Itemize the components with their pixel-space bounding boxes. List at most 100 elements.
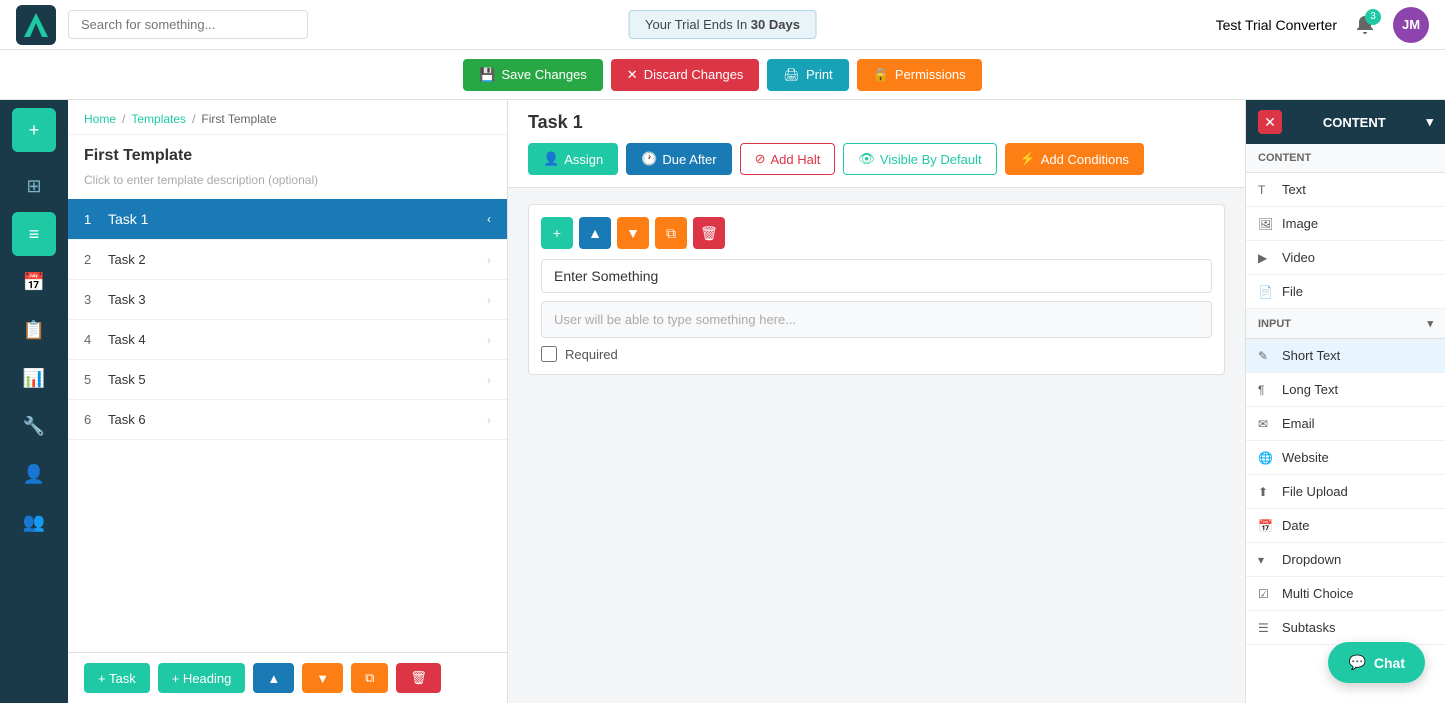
required-checkbox[interactable]	[541, 346, 557, 362]
add-task-button[interactable]: + Task	[84, 663, 150, 693]
assign-icon: 👤	[543, 151, 559, 167]
nav-item-reports[interactable]: 📊	[12, 356, 56, 400]
panel-item-date[interactable]: 📅 Date	[1246, 509, 1445, 543]
chevron-right-icon: ›	[487, 253, 491, 267]
copy-button[interactable]: ⧉	[351, 663, 388, 693]
top-right: Test Trial Converter 3 JM	[1216, 7, 1429, 43]
discard-icon: ✕	[627, 67, 638, 83]
chevron-left-icon: ‹	[487, 212, 491, 226]
chevron-right-icon: ›	[487, 293, 491, 307]
permissions-button[interactable]: 🔒 Permissions	[857, 59, 982, 91]
image-icon: 🖼	[1258, 217, 1274, 231]
task-title: Task 1	[528, 112, 1225, 133]
task-list: 1 ‹ 2 Task 2 › 3 Task 3 › 4 Task 4 ›	[68, 199, 507, 652]
field-add-button[interactable]: +	[541, 217, 573, 249]
add-heading-button[interactable]: + Heading	[158, 663, 246, 693]
email-icon: ✉	[1258, 417, 1274, 431]
discard-button[interactable]: ✕ Discard Changes	[611, 59, 760, 91]
dropdown-icon: ▾	[1258, 553, 1274, 567]
move-down-button[interactable]: ▼	[302, 663, 343, 693]
nav-item-add[interactable]: +	[12, 108, 56, 152]
task-item[interactable]: 1 ‹	[68, 199, 507, 240]
halt-icon: ⊘	[755, 151, 766, 167]
panel-item-long-text[interactable]: ¶ Long Text	[1246, 373, 1445, 407]
task-item[interactable]: 5 Task 5 ›	[68, 360, 507, 400]
nav-item-tasks[interactable]: ≡	[12, 212, 56, 256]
nav-item-calendar[interactable]: 📅	[12, 260, 56, 304]
move-up-button[interactable]: ▲	[253, 663, 294, 693]
field-copy-button[interactable]: ⧉	[655, 217, 687, 249]
task-name-input[interactable]	[108, 211, 487, 227]
notif-badge: 3	[1365, 9, 1381, 25]
nav-item-documents[interactable]: 📋	[12, 308, 56, 352]
breadcrumb-home[interactable]: Home	[84, 112, 116, 126]
task-item[interactable]: 6 Task 6 ›	[68, 400, 507, 440]
breadcrumb: Home / Templates / First Template	[68, 100, 507, 135]
print-button[interactable]: 🖨 Print	[767, 59, 848, 91]
chevron-right-icon: ›	[487, 373, 491, 387]
input-chevron-icon: ▾	[1427, 317, 1433, 330]
field-placeholder-text: User will be able to type something here…	[541, 301, 1212, 338]
multi-choice-icon: ☑	[1258, 587, 1274, 601]
nav-item-teams[interactable]: 👥	[12, 500, 56, 544]
conditions-icon: ⚡	[1020, 151, 1036, 167]
panel-title: CONTENT	[1323, 115, 1386, 130]
panel-item-short-text[interactable]: ✎ Short Text	[1246, 339, 1445, 373]
chat-icon: 💬	[1348, 654, 1365, 671]
date-icon: 📅	[1258, 519, 1274, 533]
task-panel-footer: + Task + Heading ▲ ▼ ⧉ 🗑	[68, 652, 507, 703]
close-panel-button[interactable]: ✕	[1258, 110, 1282, 134]
notification-icon[interactable]: 3	[1349, 9, 1381, 41]
add-halt-button[interactable]: ⊘ Add Halt	[740, 143, 836, 175]
chat-button[interactable]: 💬 Chat	[1328, 642, 1425, 683]
content-header: Task 1 👤 Assign 🕐 Due After ⊘ Add Halt 👁…	[508, 100, 1245, 188]
field-card: + ▲ ▼ ⧉ 🗑 User will be able to type some…	[528, 204, 1225, 375]
field-down-button[interactable]: ▼	[617, 217, 649, 249]
print-icon: 🖨	[783, 67, 800, 83]
breadcrumb-templates[interactable]: Templates	[131, 112, 186, 126]
panel-item-email[interactable]: ✉ Email	[1246, 407, 1445, 441]
visible-by-default-button[interactable]: 👁 Visible By Default	[843, 143, 996, 175]
breadcrumb-current: First Template	[201, 112, 276, 126]
task-panel: Home / Templates / First Template First …	[68, 100, 508, 703]
panel-chevron-icon: ▾	[1426, 114, 1433, 130]
assign-button[interactable]: 👤 Assign	[528, 143, 618, 175]
field-up-button[interactable]: ▲	[579, 217, 611, 249]
delete-button[interactable]: 🗑	[396, 663, 441, 693]
due-after-button[interactable]: 🕐 Due After	[626, 143, 731, 175]
field-delete-button[interactable]: 🗑	[693, 217, 725, 249]
panel-item-website[interactable]: 🌐 Website	[1246, 441, 1445, 475]
search-input[interactable]	[68, 10, 308, 39]
field-label-input[interactable]	[541, 259, 1212, 293]
subtasks-icon: ☰	[1258, 621, 1274, 635]
nav-item-dashboard[interactable]: ⊞	[12, 164, 56, 208]
task-actions: 👤 Assign 🕐 Due After ⊘ Add Halt 👁 Visibl…	[528, 143, 1225, 175]
task-item[interactable]: 3 Task 3 ›	[68, 280, 507, 320]
add-conditions-button[interactable]: ⚡ Add Conditions	[1005, 143, 1144, 175]
panel-item-file[interactable]: 📄 File	[1246, 275, 1445, 309]
text-icon: T	[1258, 183, 1274, 197]
panel-item-image[interactable]: 🖼 Image	[1246, 207, 1445, 241]
nav-item-users[interactable]: 👤	[12, 452, 56, 496]
task-item[interactable]: 2 Task 2 ›	[68, 240, 507, 280]
clock-icon: 🕐	[641, 151, 657, 167]
panel-item-multi-choice[interactable]: ☑ Multi Choice	[1246, 577, 1445, 611]
input-section-header: INPUT ▾	[1246, 309, 1445, 339]
panel-item-subtasks[interactable]: ☰ Subtasks	[1246, 611, 1445, 645]
file-upload-icon: ⬆	[1258, 485, 1274, 499]
panel-item-video[interactable]: ▶ Video	[1246, 241, 1445, 275]
chevron-right-icon: ›	[487, 333, 491, 347]
trial-banner: Your Trial Ends In 30 Days	[628, 10, 817, 39]
panel-item-dropdown[interactable]: ▾ Dropdown	[1246, 543, 1445, 577]
left-nav: + ⊞ ≡ 📅 📋 📊 🔧 👤 👥	[0, 100, 68, 703]
template-description[interactable]: Click to enter template description (opt…	[68, 169, 507, 199]
video-icon: ▶	[1258, 251, 1274, 265]
avatar[interactable]: JM	[1393, 7, 1429, 43]
nav-item-settings[interactable]: 🔧	[12, 404, 56, 448]
panel-item-file-upload[interactable]: ⬆ File Upload	[1246, 475, 1445, 509]
panel-item-text[interactable]: T Text	[1246, 173, 1445, 207]
task-item[interactable]: 4 Task 4 ›	[68, 320, 507, 360]
permissions-icon: 🔒	[873, 67, 889, 83]
save-button[interactable]: 💾 Save Changes	[463, 59, 602, 91]
content-section-header: CONTENT	[1246, 144, 1445, 173]
